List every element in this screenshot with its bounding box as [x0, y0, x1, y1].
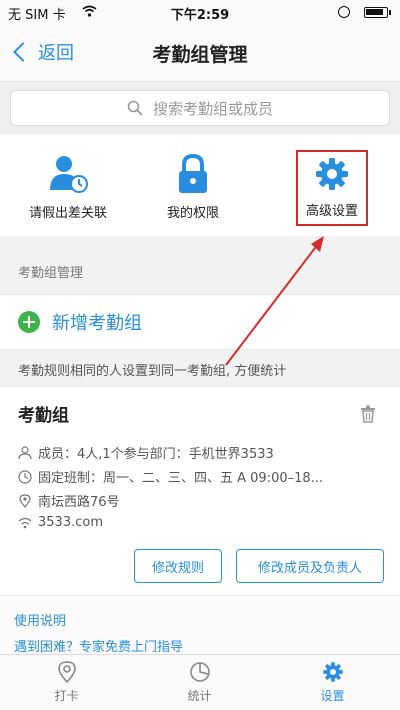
hint-text: 考勤规则相同的人设置到同一考勤组, 方便统计	[18, 364, 287, 379]
members-row: 成员：4人,1个参与部门：手机世界3533	[18, 443, 274, 462]
chart-icon	[189, 662, 210, 682]
section-label: 考勤组管理	[18, 266, 84, 281]
gear-icon	[322, 662, 343, 682]
wifi-icon	[18, 517, 32, 528]
status-bar: 无 SIM 卡 下午2:59	[0, 0, 400, 24]
location-pin-icon	[19, 493, 31, 508]
wifi-text: 3533.com	[38, 515, 103, 530]
lock-icon	[179, 153, 207, 193]
add-group-label: 新增考勤组	[52, 313, 142, 334]
battery-icon	[364, 7, 391, 18]
search-placeholder: 搜索考勤组或成员	[152, 99, 273, 118]
schedule-row: 固定班制：周一、二、三、四、五 A 09:00–18...	[18, 467, 323, 486]
my-permissions-label: 我的权限	[166, 206, 219, 221]
orientation-lock-icon	[338, 6, 350, 18]
leave-trip-link-label: 请假出差关联	[28, 206, 107, 221]
user-clock-icon	[50, 156, 88, 193]
tab-settings-label: 设置	[320, 689, 345, 703]
trash-icon[interactable]	[360, 405, 376, 423]
tab-checkin[interactable]: 打卡	[0, 655, 133, 710]
clock-icon	[18, 469, 32, 484]
plus-icon	[18, 311, 40, 333]
page-title: 考勤组管理	[152, 44, 248, 66]
members-text: 成员：4人,1个参与部门：手机世界3533	[38, 447, 274, 462]
tab-checkin-label: 打卡	[54, 689, 79, 703]
tab-settings[interactable]: 设置	[266, 655, 399, 710]
wifi-row: 3533.com	[18, 515, 103, 530]
help-title-link[interactable]: 使用说明	[14, 610, 66, 629]
schedule-text: 固定班制：周一、二、三、四、五 A 09:00–18...	[38, 471, 324, 486]
help-section: 使用说明 遇到困难？专家免费上门指导	[0, 596, 400, 655]
group-name: 考勤组	[18, 406, 69, 426]
leave-trip-link-button[interactable]: 请假出差关联	[8, 134, 128, 236]
tab-statistics[interactable]: 统计	[133, 655, 266, 710]
advanced-settings-button[interactable]: 高级设置	[296, 150, 368, 226]
group-card: 考勤组 成员：4人,1个参与部门：手机世界3533 固定班制：周一、二、三、四、…	[0, 386, 400, 596]
quick-actions: 请假出差关联 我的权限 高级设置	[0, 134, 400, 236]
advanced-settings-label: 高级设置	[305, 204, 358, 219]
expert-guidance-link[interactable]: 遇到困难？专家免费上门指导	[14, 636, 183, 655]
my-permissions-button[interactable]: 我的权限	[128, 134, 258, 236]
search-area: 搜索考勤组或成员	[0, 82, 400, 134]
tab-bar: 打卡 统计 设置	[0, 654, 400, 710]
nav-bar: 返回 考勤组管理	[0, 24, 400, 82]
location-text: 南坛西路76号	[38, 495, 120, 510]
gear-icon	[316, 158, 348, 190]
location-icon	[57, 661, 76, 683]
add-group-button[interactable]: 新增考勤组	[0, 294, 400, 350]
person-icon	[18, 445, 32, 459]
location-row: 南坛西路76号	[18, 491, 120, 510]
search-input[interactable]: 搜索考勤组或成员	[10, 90, 390, 126]
edit-rules-button[interactable]: 修改规则	[134, 549, 222, 583]
tab-statistics-label: 统计	[187, 689, 212, 703]
edit-members-button[interactable]: 修改成员及负责人	[236, 549, 384, 583]
search-icon	[127, 100, 143, 116]
